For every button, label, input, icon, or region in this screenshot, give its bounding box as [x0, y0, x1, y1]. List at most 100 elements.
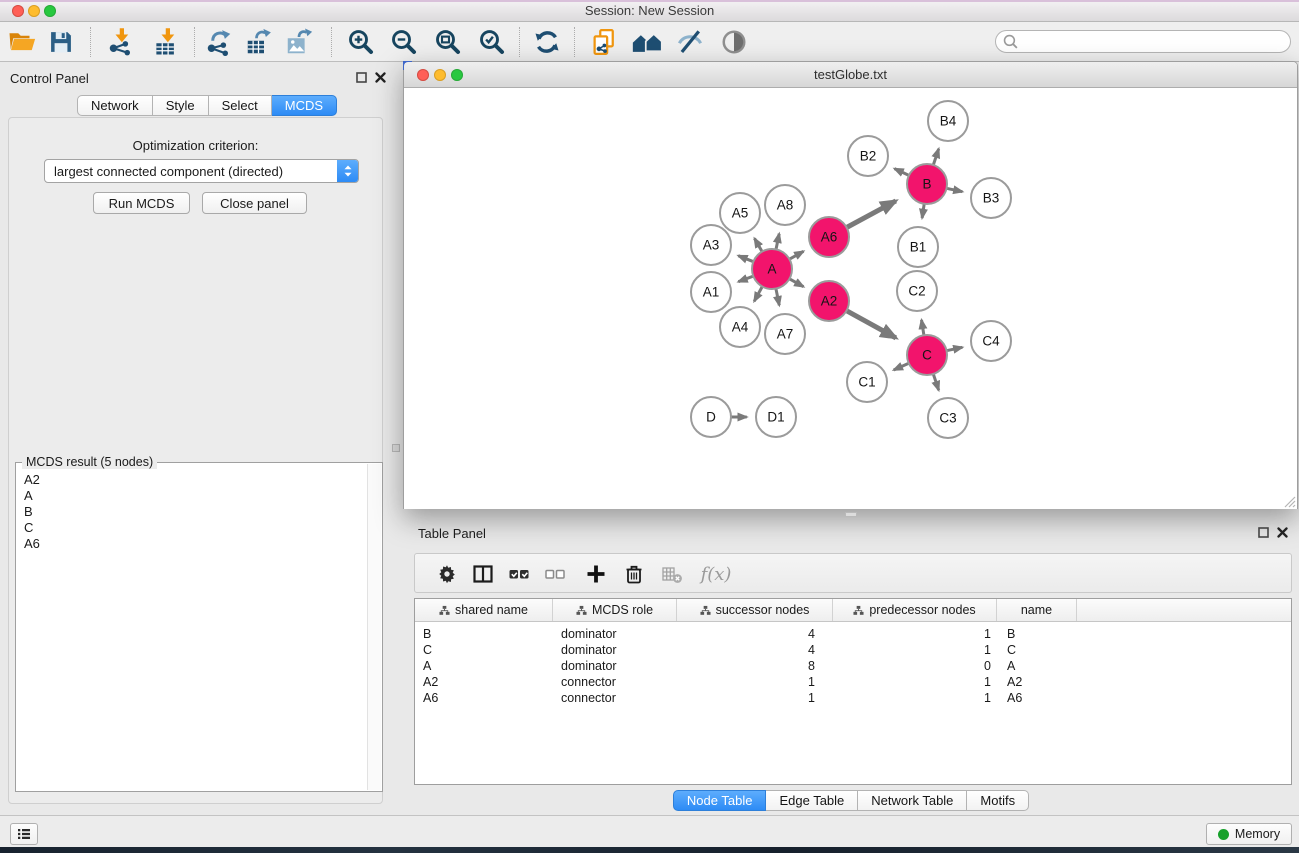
cell-shared-name[interactable]: A2 — [423, 674, 545, 690]
node-A1[interactable]: A1 — [691, 272, 731, 312]
node-C[interactable]: C — [907, 335, 947, 375]
cell-successor-nodes[interactable]: 1 — [677, 674, 815, 690]
splitter-grip[interactable] — [392, 444, 400, 452]
node-A6[interactable]: A6 — [809, 217, 849, 257]
float-panel-icon[interactable] — [1258, 527, 1269, 538]
export-image-button[interactable] — [282, 25, 316, 59]
column-header-shared-name[interactable]: shared name — [415, 599, 553, 621]
cell-mcds-role[interactable]: dominator — [561, 658, 669, 674]
function-builder-button[interactable]: f(x) — [695, 558, 737, 590]
node-A2[interactable]: A2 — [809, 281, 849, 321]
node-C4[interactable]: C4 — [971, 321, 1011, 361]
tab-motifs[interactable]: Motifs — [967, 790, 1029, 811]
edge-A-A4[interactable] — [754, 287, 762, 302]
node-D[interactable]: D — [691, 397, 731, 437]
memory-button[interactable]: Memory — [1206, 823, 1292, 845]
column-header-predecessor-nodes[interactable]: predecessor nodes — [833, 599, 997, 621]
delete-columns-button[interactable] — [618, 558, 650, 590]
tab-node-table[interactable]: Node Table — [673, 790, 767, 811]
tab-select[interactable]: Select — [209, 95, 272, 116]
cell-shared-name[interactable]: A — [423, 658, 545, 674]
node-B2[interactable]: B2 — [848, 136, 888, 176]
create-new-column-button[interactable] — [580, 558, 612, 590]
result-item[interactable]: A6 — [24, 536, 40, 552]
export-network-button[interactable] — [202, 25, 236, 59]
search-input[interactable] — [1019, 33, 1290, 51]
run-mcds-button[interactable]: Run MCDS — [93, 192, 190, 214]
result-item[interactable]: A2 — [24, 472, 40, 488]
deselect-all-button[interactable] — [539, 558, 571, 590]
node-A[interactable]: A — [752, 249, 792, 289]
network-canvas[interactable]: B4B2BB3A5A8A6A3B1AC2A1A2A4A7C4CC1C3DD1 — [404, 89, 1297, 509]
node-A7[interactable]: A7 — [765, 314, 805, 354]
cell-shared-name[interactable]: C — [423, 642, 545, 658]
import-table-button[interactable] — [150, 25, 184, 59]
cell-predecessor-nodes[interactable]: 1 — [833, 674, 991, 690]
show-hide-graphics-details-button[interactable] — [673, 25, 707, 59]
cell-name[interactable]: C — [1007, 642, 1077, 658]
node-D1[interactable]: D1 — [756, 397, 796, 437]
node-B4[interactable]: B4 — [928, 101, 968, 141]
result-item[interactable]: A — [24, 488, 33, 504]
cell-name[interactable]: A6 — [1007, 690, 1077, 706]
tab-mcds[interactable]: MCDS — [272, 95, 337, 116]
select-all-button[interactable] — [503, 558, 535, 590]
export-table-button[interactable] — [242, 25, 276, 59]
edge-C-C1[interactable] — [894, 363, 909, 370]
close-panel-button[interactable]: Close panel — [202, 192, 307, 214]
edge-B-B2[interactable] — [895, 169, 909, 176]
edge-A-A5[interactable] — [755, 238, 763, 251]
edge-A6-B[interactable] — [847, 201, 896, 228]
tab-network-table[interactable]: Network Table — [858, 790, 967, 811]
show-task-history-button[interactable] — [10, 823, 38, 845]
optimization-criterion-select[interactable]: largest connected component (directed) — [44, 159, 359, 183]
tab-network[interactable]: Network — [77, 95, 153, 116]
cell-shared-name[interactable]: A6 — [423, 690, 545, 706]
node-B3[interactable]: B3 — [971, 178, 1011, 218]
result-list-scrollbar[interactable] — [367, 464, 381, 790]
edge-A-A3[interactable] — [738, 256, 753, 262]
node-A5[interactable]: A5 — [720, 193, 760, 233]
clear-table-button[interactable] — [656, 558, 688, 590]
zoom-fit-button[interactable] — [431, 25, 465, 59]
column-header-name[interactable]: name — [997, 599, 1077, 621]
network-from-selection-button[interactable] — [587, 25, 621, 59]
edge-A-A7[interactable] — [776, 289, 779, 306]
result-item[interactable]: B — [24, 504, 33, 520]
edge-B-B1[interactable] — [922, 204, 924, 218]
cell-predecessor-nodes[interactable]: 1 — [833, 626, 991, 642]
cell-predecessor-nodes[interactable]: 1 — [833, 690, 991, 706]
cell-name[interactable]: A2 — [1007, 674, 1077, 690]
toggle-panel-columns-button[interactable] — [467, 558, 499, 590]
cell-predecessor-nodes[interactable]: 1 — [833, 642, 991, 658]
tab-style[interactable]: Style — [153, 95, 209, 116]
edge-B-B3[interactable] — [947, 188, 963, 191]
import-network-button[interactable] — [104, 25, 138, 59]
cell-name[interactable]: B — [1007, 626, 1077, 642]
node-A8[interactable]: A8 — [765, 185, 805, 225]
window-resize-grip[interactable] — [1281, 493, 1296, 508]
edge-C-C4[interactable] — [947, 347, 963, 350]
zoom-out-button[interactable] — [387, 25, 421, 59]
save-session-button[interactable] — [44, 25, 78, 59]
node-B[interactable]: B — [907, 164, 947, 204]
refresh-button[interactable] — [530, 25, 564, 59]
zoom-in-button[interactable] — [344, 25, 378, 59]
result-item[interactable]: C — [24, 520, 33, 536]
open-session-button[interactable] — [5, 25, 39, 59]
node-C3[interactable]: C3 — [928, 398, 968, 438]
search-field[interactable] — [995, 30, 1291, 53]
node-A3[interactable]: A3 — [691, 225, 731, 265]
node-C2[interactable]: C2 — [897, 271, 937, 311]
cell-mcds-role[interactable]: dominator — [561, 626, 669, 642]
zoom-selected-button[interactable] — [475, 25, 509, 59]
close-panel-icon[interactable] — [1277, 527, 1288, 538]
edge-A-A1[interactable] — [738, 276, 753, 282]
float-panel-icon[interactable] — [356, 72, 367, 83]
cell-successor-nodes[interactable]: 8 — [677, 658, 815, 674]
first-neighbors-button[interactable] — [630, 25, 664, 59]
edge-B-B4[interactable] — [933, 149, 938, 165]
cell-mcds-role[interactable]: connector — [561, 690, 669, 706]
edge-A-A6[interactable] — [789, 251, 803, 259]
cell-successor-nodes[interactable]: 4 — [677, 642, 815, 658]
